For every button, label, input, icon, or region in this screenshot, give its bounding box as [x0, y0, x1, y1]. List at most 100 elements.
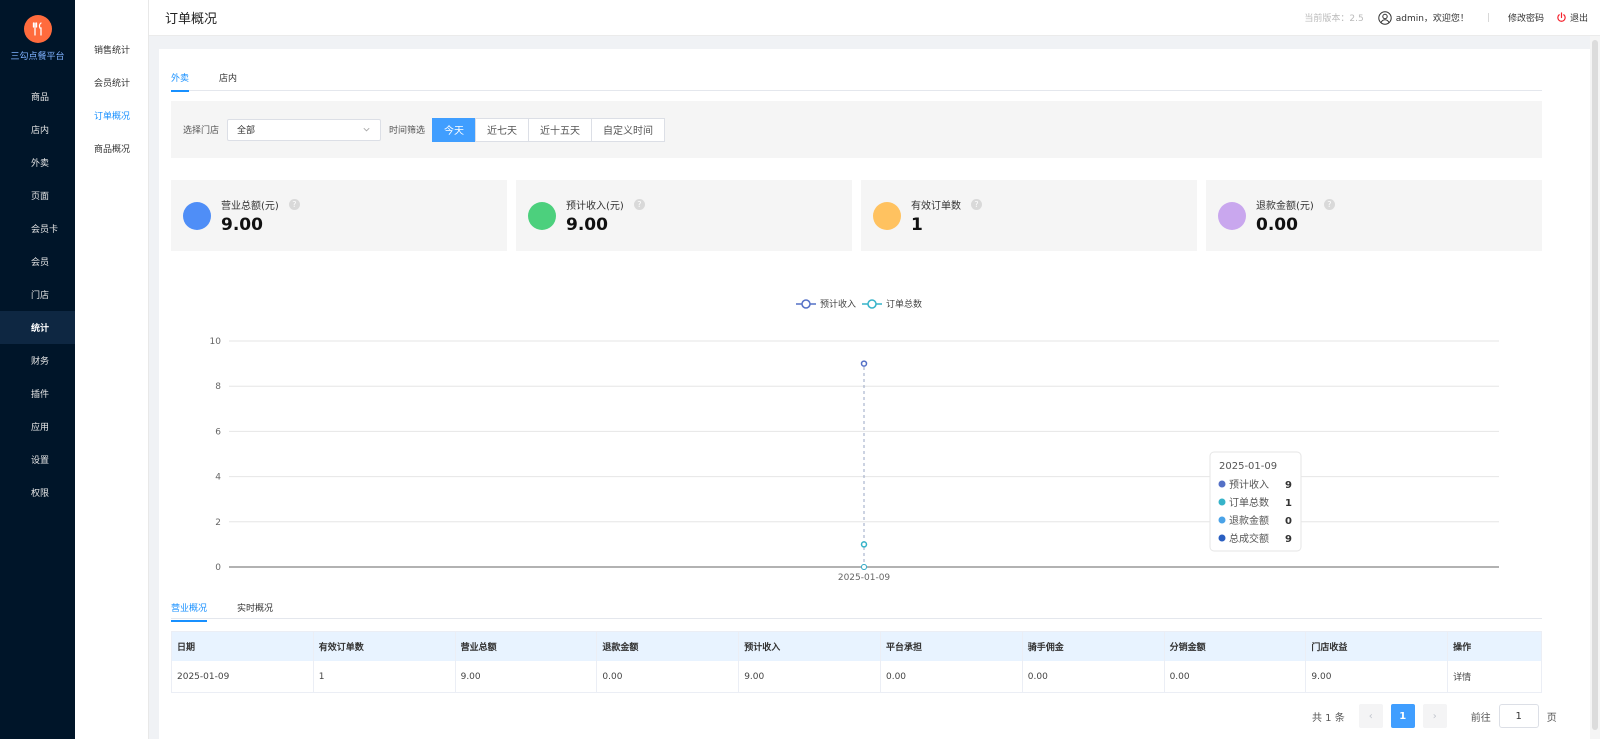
- stat-icon-badge: [183, 201, 211, 230]
- power-icon: [1557, 12, 1566, 22]
- channel-tab[interactable]: 外卖: [171, 65, 190, 92]
- help-icon[interactable]: ?: [288, 198, 300, 210]
- nav-item-label: 外卖: [31, 159, 50, 169]
- table-cell: 1: [314, 661, 456, 692]
- tooltip-marker: [1218, 516, 1226, 524]
- time-filter-button[interactable]: 近十五天: [528, 117, 593, 142]
- time-filter-label: 时间筛选: [389, 126, 426, 136]
- help-icon[interactable]: ?: [971, 198, 982, 210]
- tooltip-label: 订单总数: [1229, 496, 1269, 509]
- table-header-cell: 操作: [1453, 643, 1472, 653]
- nav-item[interactable]: 统计: [0, 311, 75, 344]
- stat-text: 有效订单数? 1: [911, 197, 982, 235]
- page-number-current[interactable]: 1: [1390, 704, 1415, 728]
- scrollbar-thumb[interactable]: [1592, 40, 1598, 730]
- detail-link[interactable]: 详情: [1448, 661, 1541, 692]
- overview-tab[interactable]: 实时概况: [237, 595, 273, 621]
- stat-label: 退款金额(元)?: [1256, 197, 1335, 212]
- tooltip-label: 预计收入: [1229, 478, 1269, 491]
- page-scrollbar[interactable]: [1590, 36, 1600, 739]
- legend-label: 预计收入: [820, 298, 856, 310]
- page-icon: [12, 189, 26, 203]
- sub-nav-item[interactable]: 订单概况: [75, 101, 148, 134]
- nav-item[interactable]: 会员卡: [0, 212, 75, 245]
- time-filter-button[interactable]: 自定义时间: [591, 117, 666, 142]
- chevron-down-icon: [363, 127, 370, 132]
- nav-item[interactable]: 权限: [0, 476, 75, 509]
- stat-label: 预计收入(元)?: [566, 197, 645, 212]
- header-actions: 当前版本：2.5 admin，欢迎您！ | 修改密码 退出: [1304, 10, 1588, 25]
- stat-label-text: 预计收入(元): [566, 200, 624, 212]
- refund-icon: [1225, 209, 1239, 223]
- nav-item[interactable]: 店内: [0, 113, 75, 146]
- nav-item[interactable]: 财务: [0, 344, 75, 377]
- brand-name: 三勾点餐平台: [10, 51, 65, 62]
- table-cell: 9.00: [1306, 661, 1449, 692]
- goto-page-input[interactable]: 1: [1498, 704, 1539, 728]
- pagination: 共 1 条 ‹ 1 › 前往 1 页: [1312, 704, 1557, 728]
- nav-item[interactable]: 页面: [0, 179, 75, 212]
- stat-cards: 营业总额(元)? 9.00 预计收入(元)? 9.00 有效订单数? 1 退款金额(元)? 0…: [171, 180, 1551, 251]
- channel-tabs: 外卖 店内: [171, 65, 1542, 92]
- chart-icon: [12, 321, 26, 335]
- brand-logo-icon: [23, 14, 52, 43]
- table-header-cell: 日期: [172, 632, 314, 661]
- next-page-button[interactable]: ›: [1422, 704, 1447, 728]
- overview-tab[interactable]: 营业概况: [171, 595, 208, 622]
- table-cell: 2025-01-09: [172, 661, 314, 692]
- stat-label: 有效订单数?: [911, 197, 982, 212]
- nav-item-label: 门店: [31, 291, 50, 301]
- time-filter-button[interactable]: 今天: [432, 117, 477, 142]
- help-icon[interactable]: ?: [1323, 198, 1335, 210]
- nav-item[interactable]: 设置: [0, 443, 75, 476]
- sub-nav-item[interactable]: 销售统计: [75, 35, 148, 68]
- nav-item-label: 设置: [31, 456, 50, 466]
- y-tick-label: 4: [215, 473, 221, 483]
- stat-label: 营业总额(元)?: [221, 197, 300, 212]
- baseline-point: [861, 564, 867, 570]
- stat-card: 营业总额(元)? 9.00: [171, 180, 507, 251]
- nav-item[interactable]: 外卖: [0, 146, 75, 179]
- stat-label-text: 退款金额(元): [1256, 200, 1314, 212]
- stat-icon-badge: [1218, 201, 1246, 230]
- shield-icon: [12, 486, 26, 500]
- header-separator: |: [1486, 12, 1490, 23]
- nav-item[interactable]: 应用: [0, 410, 75, 443]
- nav-item[interactable]: 商品: [0, 80, 75, 113]
- time-filter-button[interactable]: 近七天: [475, 117, 530, 142]
- logout-button[interactable]: 退出: [1556, 11, 1588, 24]
- nav-item[interactable]: 会员: [0, 245, 75, 278]
- table-header-cell: 平台承担: [881, 632, 1023, 661]
- channel-tab[interactable]: 店内: [219, 65, 237, 91]
- stat-card: 预计收入(元)? 9.00: [516, 180, 852, 251]
- crown-icon: [12, 255, 26, 269]
- brand[interactable]: 三勾点餐平台: [0, 0, 75, 70]
- sub-nav-list: 销售统计 会员统计 订单概况 商品概况: [75, 35, 148, 167]
- prev-page-button[interactable]: ‹: [1358, 704, 1383, 728]
- help-icon[interactable]: ?: [633, 198, 645, 210]
- y-tick-label: 8: [215, 382, 221, 392]
- stat-text: 退款金额(元)? 0.00: [1256, 197, 1335, 235]
- table-cell: 0.00: [1165, 661, 1307, 692]
- tooltip-value: 9: [1285, 480, 1292, 491]
- tooltip-value: 9: [1285, 534, 1292, 545]
- nav-item-label: 财务: [31, 357, 50, 367]
- table-header-cell: 分销金额: [1165, 632, 1307, 661]
- nav-item-label: 插件: [31, 390, 50, 400]
- table-cell: 0.00: [881, 661, 1023, 692]
- table-cell: 0.00: [597, 661, 740, 692]
- page-title: 订单概况: [165, 12, 218, 27]
- goto-label: 前往: [1470, 712, 1491, 724]
- store-select[interactable]: 全部: [227, 118, 382, 141]
- orders-table: 日期 有效订单数 营业总额 退款金额 预计收入 平台承担 骑手佣金 分销金额 门店收益 操作 202…: [171, 631, 1542, 693]
- stat-label-text: 营业总额(元): [221, 200, 279, 212]
- nav-item[interactable]: 插件: [0, 377, 75, 410]
- table-row: 2025-01-09 1 9.00 0.00 9.00 0.00 0.00 0.00 9.00 详…: [172, 661, 1541, 692]
- change-password-link[interactable]: 修改密码: [1508, 11, 1544, 24]
- table-header-cell: 退款金额: [597, 632, 740, 661]
- sub-nav-item[interactable]: 商品概况: [75, 134, 148, 167]
- table-header-cell: 有效订单数: [314, 632, 456, 661]
- nav-item[interactable]: 门店: [0, 278, 75, 311]
- tooltip-marker: [1218, 480, 1226, 488]
- sub-nav-item[interactable]: 会员统计: [75, 68, 148, 101]
